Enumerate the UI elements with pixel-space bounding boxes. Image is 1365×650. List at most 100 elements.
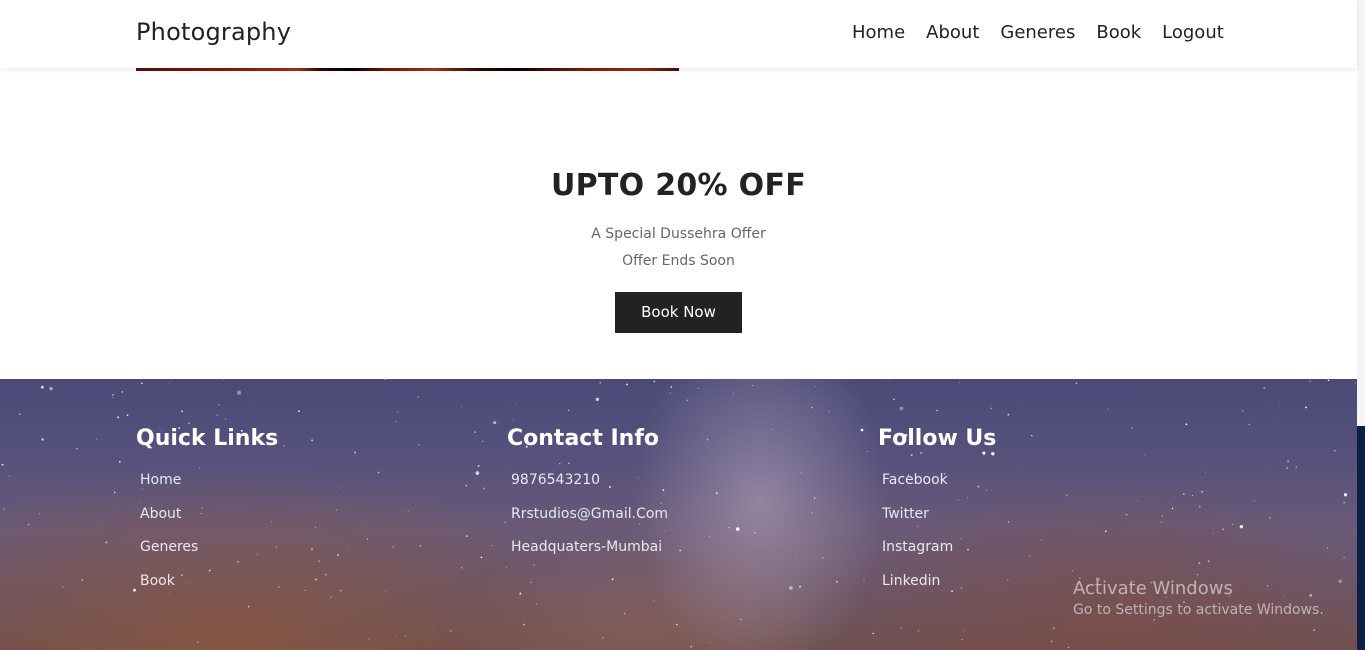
star [1327,379,1330,382]
star [866,451,868,453]
star [247,392,249,394]
star [653,599,655,601]
star [625,383,628,386]
star [481,440,484,443]
star [599,382,601,384]
footer-home-link[interactable]: Home [140,468,278,502]
star [475,471,480,475]
star [811,512,813,514]
star [530,581,532,584]
star [754,532,756,534]
offer-deadline: Offer Ends Soon [622,253,735,269]
star [311,548,313,551]
star [676,623,678,626]
star [1075,382,1078,384]
star [354,451,356,454]
star [1144,454,1147,456]
star [95,438,98,440]
footer-generes-link[interactable]: Generes [140,535,278,569]
scrollbar-thumb[interactable] [1357,426,1365,650]
instagram-link[interactable]: Instagram [882,535,996,569]
star [1185,423,1188,426]
star [418,444,420,446]
star [512,418,514,420]
follow-us-column: Follow Us Facebook Twitter Instagram Lin… [878,426,996,602]
star [602,637,604,639]
star [728,526,730,529]
brand-logo-text[interactable]: Photography [136,18,291,46]
nav-about-link[interactable]: About [926,22,979,43]
twitter-link[interactable]: Twitter [882,502,996,536]
nav-generes-link[interactable]: Generes [1000,22,1075,43]
star [474,431,476,433]
star [936,409,938,412]
star [117,416,120,419]
page: Photography Home About Generes Book Logo… [0,0,1365,650]
star [1343,493,1348,497]
star [491,544,493,547]
star [126,414,129,417]
star [325,574,327,576]
star [1207,560,1210,562]
star [1137,500,1139,502]
star [395,636,397,637]
star [218,404,220,406]
star [304,589,306,591]
star [1287,460,1289,463]
star [795,557,797,559]
nav-logout-link[interactable]: Logout [1162,22,1224,43]
star [41,438,44,441]
star [887,380,889,382]
star [460,406,462,408]
star [899,406,904,411]
star [1286,467,1288,470]
star [384,379,386,380]
star [1327,547,1329,549]
star [567,409,570,411]
star [314,578,317,581]
star [477,465,480,467]
star [1263,387,1266,390]
star [836,581,838,583]
facebook-link[interactable]: Facebook [882,468,996,502]
contact-phone: 9876543210 [511,472,601,488]
star [1071,570,1074,572]
star [504,521,506,524]
star [709,642,711,643]
offer-title: UPTO 20% OFF [550,168,807,203]
star [237,390,242,395]
footer-book-link[interactable]: Book [140,569,278,603]
star [822,557,824,559]
star [460,566,463,569]
star [1309,380,1312,382]
quick-links-column: Quick Links Home About Generes Book [136,426,278,602]
star [1030,434,1033,437]
linkedin-link[interactable]: Linkedin [882,569,996,603]
star [27,523,30,526]
star [1279,402,1281,404]
star [1007,579,1009,581]
footer-about-link[interactable]: About [140,502,278,536]
star [315,526,317,528]
book-now-button[interactable]: Book Now [615,292,742,333]
star [1354,382,1356,384]
star [337,554,339,557]
star [810,406,813,409]
star [611,578,614,581]
star [404,635,406,637]
star [482,487,485,490]
star [1037,507,1039,509]
star [311,603,313,605]
star [1196,573,1199,576]
star [119,460,121,463]
star [465,535,468,538]
star [8,475,11,478]
star [450,629,453,632]
main-nav: Home About Generes Book Logout [852,22,1224,43]
star [706,438,709,441]
star [1276,419,1278,421]
star [863,579,865,582]
nav-home-link[interactable]: Home [852,22,905,43]
nav-book-link[interactable]: Book [1096,22,1141,43]
scrollbar[interactable] [1357,0,1365,650]
